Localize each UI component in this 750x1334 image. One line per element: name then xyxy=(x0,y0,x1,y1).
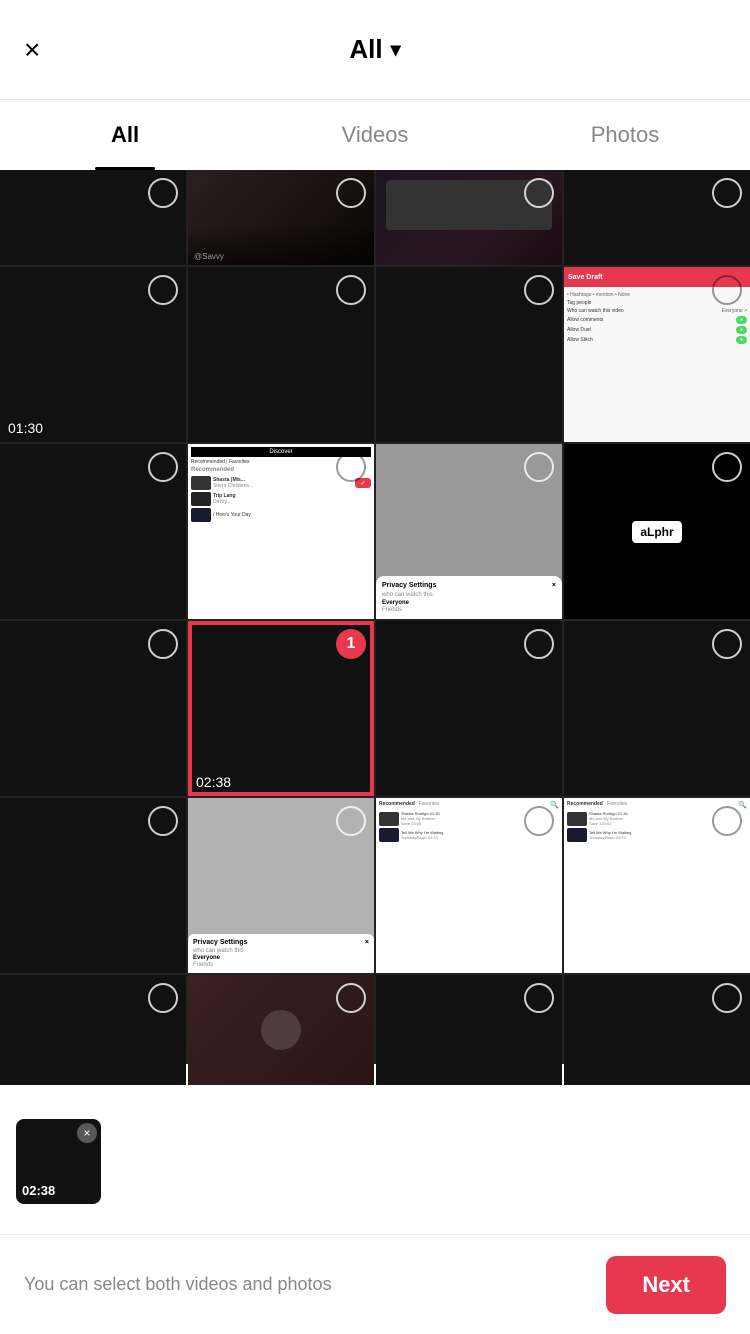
select-circle xyxy=(148,806,178,836)
grid-row-2: Discover Recommended | Favorites Recomme… xyxy=(0,444,750,619)
tab-videos[interactable]: Videos xyxy=(250,100,500,170)
grid-cell[interactable]: Discover Recommended | Favorites Recomme… xyxy=(188,444,374,619)
grid-cell[interactable]: Privacy Settings× who can watch this Eve… xyxy=(376,444,562,619)
grid-cell[interactable]: RecommendedFavorites 🔍 Shasta Rodrigo 01… xyxy=(564,798,750,973)
select-circle xyxy=(712,178,742,208)
grid-cell[interactable] xyxy=(0,170,186,265)
next-button[interactable]: Next xyxy=(606,1256,726,1314)
select-circle xyxy=(712,275,742,305)
preview-close-button[interactable]: × xyxy=(77,1123,97,1143)
grid-cell[interactable] xyxy=(0,621,186,796)
selection-badge: 1 xyxy=(336,629,366,659)
grid-cell[interactable]: 01:30 xyxy=(0,267,186,442)
select-circle xyxy=(148,983,178,1013)
grid-cell[interactable] xyxy=(0,975,186,1085)
hint-text: You can select both videos and photos xyxy=(24,1274,332,1295)
header-title: All ▾ xyxy=(349,34,400,65)
select-circle xyxy=(524,452,554,482)
select-circle xyxy=(712,806,742,836)
grid-row-3: 1 02:38 xyxy=(0,621,750,796)
tabs-bar: All Videos Photos xyxy=(0,100,750,170)
media-grid: @Savvy 01:30 xyxy=(0,170,750,1064)
grid-cell[interactable] xyxy=(188,975,374,1085)
grid-row-0: @Savvy xyxy=(0,170,750,265)
grid-cell[interactable] xyxy=(376,267,562,442)
grid-row-1: 01:30 Save Draft • Hashtags • mention • … xyxy=(0,267,750,442)
select-circle xyxy=(336,275,366,305)
select-circle xyxy=(148,629,178,659)
cell-duration: 01:30 xyxy=(8,420,43,436)
select-circle xyxy=(148,452,178,482)
select-circle xyxy=(524,275,554,305)
title-text: All xyxy=(349,34,382,65)
select-circle xyxy=(524,629,554,659)
bottom-bar: You can select both videos and photos Ne… xyxy=(0,1234,750,1334)
select-circle xyxy=(336,452,366,482)
grid-cell[interactable] xyxy=(564,170,750,265)
header: × All ▾ xyxy=(0,0,750,100)
select-circle xyxy=(712,983,742,1013)
grid-row-5 xyxy=(0,975,750,1085)
grid-cell[interactable] xyxy=(376,170,562,265)
grid-cell[interactable] xyxy=(376,975,562,1085)
select-circle xyxy=(712,452,742,482)
select-circle xyxy=(524,983,554,1013)
selected-preview: × 02:38 xyxy=(16,1119,101,1204)
alphr-logo: aLphr xyxy=(632,521,681,543)
grid-cell[interactable] xyxy=(376,621,562,796)
grid-cell[interactable] xyxy=(0,798,186,973)
grid-cell-selected[interactable]: 1 02:38 xyxy=(188,621,374,796)
grid-cell[interactable] xyxy=(564,621,750,796)
select-circle xyxy=(524,806,554,836)
grid-cell[interactable] xyxy=(188,267,374,442)
cell-duration: 02:38 xyxy=(196,774,231,790)
grid-cell[interactable]: RecommendedFavorites 🔍 Shasta Rodrigo 01… xyxy=(376,798,562,973)
close-button[interactable]: × xyxy=(24,34,40,66)
select-circle xyxy=(712,629,742,659)
grid-cell[interactable] xyxy=(564,975,750,1085)
chevron-down-icon[interactable]: ▾ xyxy=(391,37,401,62)
select-circle xyxy=(524,178,554,208)
select-circle xyxy=(336,983,366,1013)
select-circle xyxy=(336,178,366,208)
select-circle xyxy=(336,806,366,836)
grid-row-4: Privacy Settings× who can watch this Eve… xyxy=(0,798,750,973)
grid-cell[interactable]: Save Draft • Hashtags • mention • None T… xyxy=(564,267,750,442)
grid-cell[interactable] xyxy=(0,444,186,619)
select-circle xyxy=(148,275,178,305)
grid-cell[interactable]: aLphr xyxy=(564,444,750,619)
tab-all[interactable]: All xyxy=(0,100,250,170)
tab-photos[interactable]: Photos xyxy=(500,100,750,170)
grid-cell[interactable]: Privacy Settings× who can watch this Eve… xyxy=(188,798,374,973)
select-circle xyxy=(148,178,178,208)
preview-duration: 02:38 xyxy=(22,1183,55,1198)
grid-cell[interactable]: @Savvy xyxy=(188,170,374,265)
